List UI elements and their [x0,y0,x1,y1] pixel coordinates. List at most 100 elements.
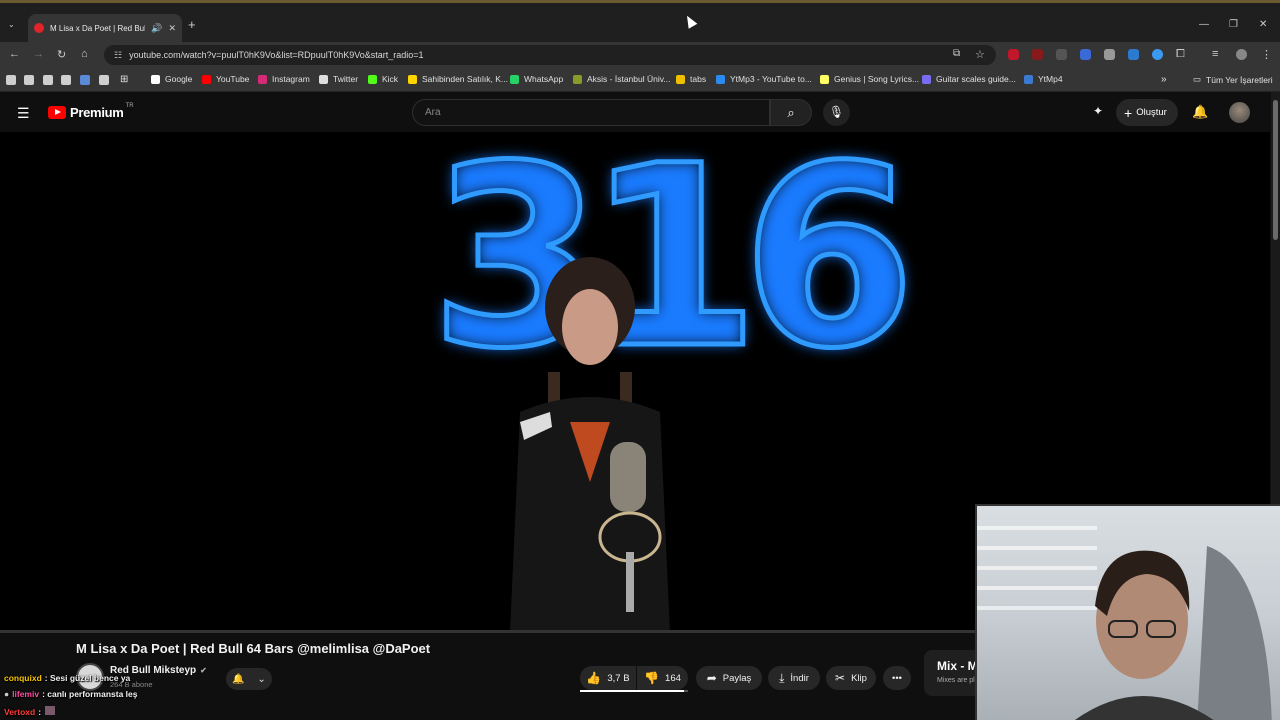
bookmark-folder-icon[interactable] [43,75,53,85]
chat-message: conquixd: Sesi güzel bence ya [4,673,130,683]
extension-grammar-icon[interactable] [1080,49,1091,60]
bookmark-folder-icon[interactable] [24,75,34,85]
speaker-icon[interactable]: 🔊 [151,23,162,34]
subscription-bell-button[interactable]: 🔔 ⌄ [226,668,272,690]
more-bookmarks-chevron-icon[interactable]: » [1161,74,1167,85]
plus-icon: + [1124,104,1133,121]
all-bookmarks-folder[interactable]: ▭ Tüm Yer İşaretleri [1193,74,1273,85]
user-avatar[interactable] [1229,102,1250,123]
bookmarks-bar: ⊞ Google YouTube Instagram Twitter Kick … [0,68,1280,92]
bookmark-folder-icon[interactable] [6,75,16,85]
window-close-button[interactable]: ✕ [1259,19,1267,30]
bookmark-ytmp3[interactable]: YtMp3 - YouTube to... [716,74,812,84]
country-code: TR [125,102,134,109]
webcam-person [1075,546,1272,720]
bookmark-genius[interactable]: Genius | Song Lyrics... [820,74,919,84]
extension-adblock-icon[interactable] [1008,49,1019,60]
download-label: İndir [790,672,809,684]
new-tab-button[interactable]: + [188,17,196,32]
bookmark-ytmp4[interactable]: YtMp4 [1024,74,1063,84]
search-button[interactable]: ⌕ [770,99,812,126]
apps-grid-icon[interactable]: ⊞ [120,74,128,85]
bookmark-label: tabs [690,74,707,84]
microphone-icon: 🎙 [828,105,845,119]
browser-menu-icon[interactable]: ⋮ [1261,48,1272,61]
like-button[interactable]: 👍 3,7 B [580,666,636,690]
bookmark-label: Aksis - İstanbul Üniv... [587,74,671,84]
close-tab-icon[interactable]: ✕ [168,23,176,34]
bookmark-label: YtMp3 - YouTube to... [730,74,812,84]
home-button[interactable]: ⌂ [81,48,88,60]
media-controls-icon[interactable]: ≡ [1212,48,1218,60]
logo-text: Premium [70,105,124,120]
extensions-puzzle-icon[interactable]: ⧠ [1176,48,1185,61]
extension-translate-icon[interactable] [1032,49,1043,60]
bookmark-label: Genius | Song Lyrics... [834,74,920,84]
bookmark-star-icon[interactable]: ☆ [975,48,985,61]
bookmark-folder-icon[interactable] [99,75,109,85]
aksis-icon [573,74,582,84]
bookmark-google[interactable]: Google [151,74,192,84]
download-button[interactable]: ⤓ İndir [768,666,820,690]
kick-icon [368,74,377,84]
search-input[interactable]: Ara [412,99,770,126]
bookmark-label: Google [165,74,193,84]
more-dots-icon: ••• [892,672,902,684]
bookmark-folder-icon[interactable] [61,75,71,85]
emote-icon [45,706,56,715]
youtube-premium-logo[interactable]: Premium TR [48,102,134,120]
bookmark-twitter[interactable]: Twitter [319,74,358,84]
bookmark-folder-icon[interactable] [80,75,90,85]
bookmark-label: Kick [382,74,399,84]
notifications-bell-icon[interactable]: 🔔 [1192,104,1208,120]
tab-title: M Lisa x Da Poet | Red Bull [50,23,146,33]
clip-label: Klip [851,672,867,684]
dislike-button[interactable]: 👎 164 [637,666,688,690]
hamburger-menu-icon[interactable]: ☰ [17,105,30,122]
chat-username: Vertoxd [4,707,36,717]
youtube-icon [202,74,211,84]
forward-button[interactable]: → [33,48,44,60]
create-label: Oluştur [1136,107,1167,118]
extension-search-icon[interactable] [1056,49,1067,60]
scrollbar-thumb[interactable] [1273,100,1278,240]
extension-text-icon[interactable] [1128,49,1139,60]
browser-tab[interactable]: M Lisa x Da Poet | Red Bull 🔊 ✕ [28,14,182,42]
more-actions-button[interactable]: ••• [883,666,911,690]
genius-icon [820,74,829,84]
bookmark-label: YouTube [216,74,250,84]
youtube-favicon-icon [34,23,44,33]
chat-text: : Sesi güzel bence ya [44,673,131,683]
address-bar[interactable]: ☷ youtube.com/watch?v=puulT0hK9Vo&list=R… [104,45,996,65]
back-button[interactable]: ← [9,48,20,60]
tab-search-chevron-icon[interactable]: ⌄ [8,20,15,29]
profile-avatar-icon[interactable] [1236,49,1247,60]
install-app-icon[interactable]: ⧉ [953,48,960,59]
create-button[interactable]: + Oluştur [1116,99,1178,126]
instagram-icon [258,74,267,84]
minimize-button[interactable]: — [1199,19,1209,30]
google-icon [151,74,160,84]
extension-shield-icon[interactable] [1104,49,1115,60]
bookmark-sahibinden[interactable]: Sahibinden Satılık, K... [408,74,508,84]
bookmark-tabs[interactable]: tabs [676,74,706,84]
share-button[interactable]: ➦ Paylaş [696,666,762,690]
like-count: 3,7 B [607,672,630,684]
thumbs-down-icon: 👎 [644,671,660,685]
chat-text: : canlı performansta leş [42,689,138,699]
bookmark-kick[interactable]: Kick [368,74,398,84]
clip-button[interactable]: ✂ Klip [826,666,876,690]
create-sparkle-icon[interactable]: ✦ [1093,104,1103,118]
bookmark-whatsapp[interactable]: WhatsApp [510,74,563,84]
site-info-icon[interactable]: ☷ [114,50,122,61]
extension-vpn-icon[interactable] [1152,49,1163,60]
bookmark-aksis[interactable]: Aksis - İstanbul Üniv... [573,74,670,84]
bookmark-instagram[interactable]: Instagram [258,74,310,84]
maximize-button[interactable]: ❐ [1229,19,1238,30]
voice-search-button[interactable]: 🎙 [823,99,850,126]
chat-username: lifemiv [12,689,40,699]
bookmark-youtube[interactable]: YouTube [202,74,249,84]
bell-icon: 🔔 [232,673,245,685]
reload-button[interactable]: ↻ [57,48,66,61]
bookmark-guitar[interactable]: Guitar scales guide... [922,74,1016,84]
